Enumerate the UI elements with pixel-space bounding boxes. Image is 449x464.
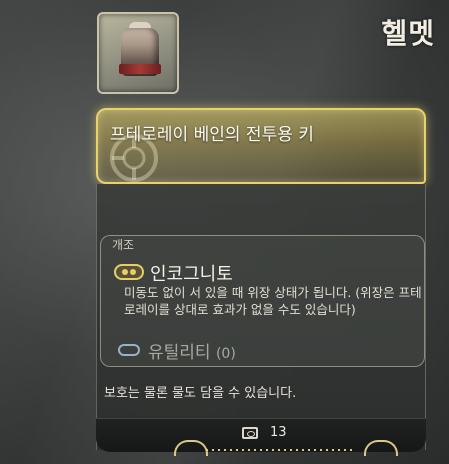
modification-label: 개조 — [112, 238, 135, 252]
utility-slot-icon — [118, 344, 140, 356]
flavor-text: 보호는 물론 물도 담을 수 있습니다. — [104, 386, 297, 401]
ornament-left — [174, 440, 208, 456]
mod-slot-name[interactable]: 인코그니토 — [150, 260, 233, 286]
mod-description: 미동도 없이 서 있을 때 위장 상태가 됩니다. (위장은 프테로레이를 상대… — [124, 285, 422, 317]
currency-icon — [242, 427, 258, 439]
utility-label: 유틸리티 — [148, 343, 211, 363]
ornament-dots — [206, 449, 356, 451]
item-thumbnail[interactable] — [97, 12, 179, 94]
ornament-right — [364, 440, 398, 456]
item-name-banner: 프테로레이 베인의 전투용 키 — [96, 108, 426, 184]
helmet-band-shape — [119, 64, 161, 74]
utility-count: (0) — [215, 346, 236, 362]
item-name: 프테로레이 베인의 전투용 키 — [110, 125, 314, 145]
category-title: 헬멧 — [381, 17, 435, 50]
cost-value: 13 — [270, 425, 287, 440]
incognito-mod-icon — [114, 264, 144, 280]
utility-slot[interactable]: 유틸리티 (0) — [148, 338, 236, 363]
